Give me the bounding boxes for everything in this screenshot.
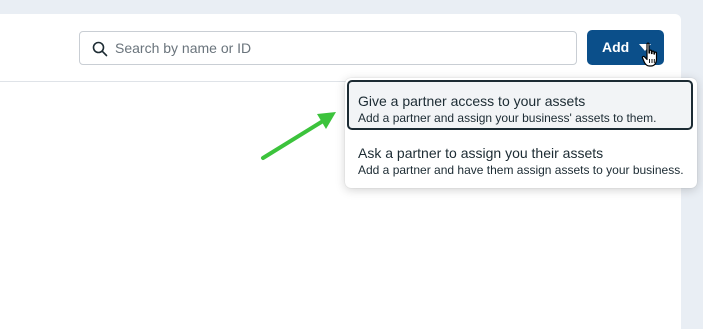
search-input[interactable] — [115, 32, 570, 64]
annotation-arrow-icon — [261, 112, 336, 160]
menu-item-description: Add a partner and assign your business' … — [358, 111, 657, 125]
add-dropdown-menu: Give a partner access to your assets Add… — [345, 78, 697, 188]
menu-item-description: Add a partner and have them assign asset… — [358, 163, 684, 177]
menu-item-give-access[interactable]: Give a partner access to your assets Add… — [347, 80, 693, 130]
top-bar: Add — [0, 14, 681, 82]
menu-item-request-assets[interactable]: Ask a partner to assign you their assets… — [347, 136, 693, 186]
menu-item-title: Ask a partner to assign you their assets — [358, 145, 604, 161]
search-box[interactable] — [79, 31, 577, 65]
page: Add Give a partner access to your assets… — [0, 0, 703, 329]
search-icon — [92, 41, 108, 57]
add-button-label: Add — [602, 39, 630, 55]
menu-item-title: Give a partner access to your assets — [358, 93, 586, 109]
hand-pointer-cursor-icon — [641, 42, 658, 67]
